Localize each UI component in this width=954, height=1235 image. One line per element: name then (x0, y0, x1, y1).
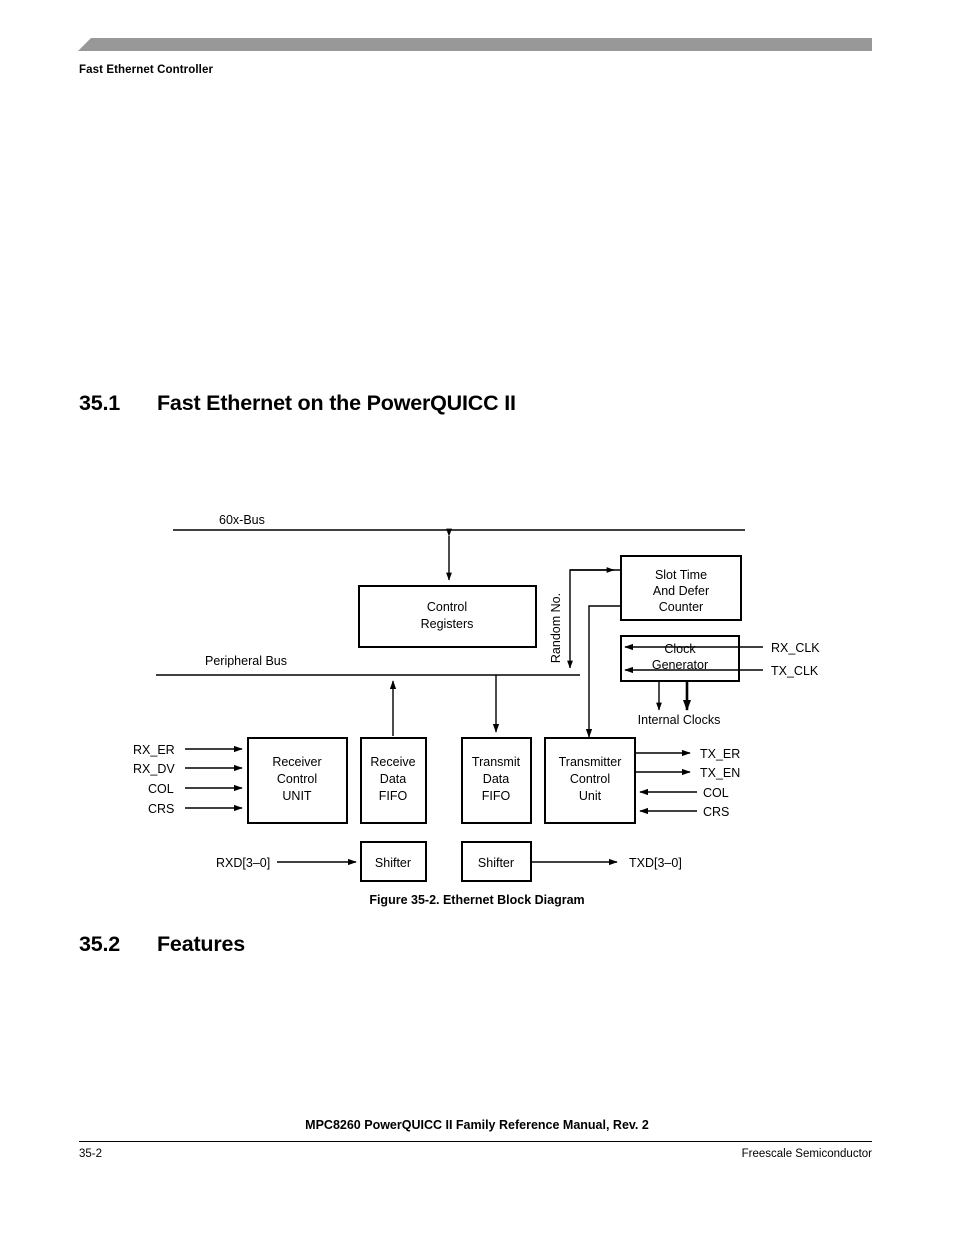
header-decorative-bar (78, 38, 872, 51)
block-slot-time-line1: Slot Time (655, 568, 707, 582)
signal-label-tx-clk: TX_CLK (771, 664, 819, 678)
signal-label-tx-en: TX_EN (700, 766, 740, 780)
signal-label-tx-er: TX_ER (700, 747, 740, 761)
footer-company: Freescale Semiconductor (741, 1148, 872, 1160)
footer-page-number: 35-2 (79, 1148, 103, 1160)
section-title-35-1: Fast Ethernet on the PowerQUICC II (157, 391, 516, 415)
block-receiver-control-line3: UNIT (282, 789, 312, 803)
block-receiver-control-line1: Receiver (272, 755, 321, 769)
signal-label-crs-out: CRS (703, 805, 729, 819)
ethernet-block-diagram: 60x-Bus Control Registers Random No. Per… (0, 498, 954, 918)
signal-label-rx-er: RX_ER (133, 743, 175, 757)
block-receive-fifo-line2: Data (380, 772, 406, 786)
label-random-no: Random No. (549, 593, 563, 663)
block-clock-generator-line1: Clock (664, 642, 696, 656)
running-header-title: Fast Ethernet Controller (79, 64, 214, 76)
block-receive-fifo-line3: FIFO (379, 789, 408, 803)
section-heading-35-2: 35.2 Features (79, 932, 245, 957)
signal-label-rxd: RXD[3–0] (216, 856, 270, 870)
block-slot-time-line2: And Defer (653, 584, 709, 598)
signal-label-col-in: COL (148, 782, 174, 796)
signal-label-crs-in: CRS (148, 802, 174, 816)
block-slot-time-line3: Counter (659, 600, 703, 614)
signal-label-rx-dv: RX_DV (133, 762, 175, 776)
signal-label-col-out: COL (703, 786, 729, 800)
figure-caption: Figure 35-2. Ethernet Block Diagram (369, 893, 585, 907)
block-transmit-fifo-line1: Transmit (472, 755, 521, 769)
block-transmitter-control-line1: Transmitter (559, 755, 622, 769)
label-internal-clocks: Internal Clocks (638, 713, 721, 727)
block-transmitter-control-line2: Control (570, 772, 610, 786)
section-title-35-2: Features (157, 932, 246, 956)
signal-label-txd: TXD[3–0] (629, 856, 682, 870)
connector-random-no-to-peripheral-bus (567, 569, 621, 669)
footer-divider (79, 1141, 872, 1142)
block-transmit-fifo-line3: FIFO (482, 789, 511, 803)
bus-label-60x: 60x-Bus (219, 513, 265, 527)
block-control-registers-line2: Registers (421, 617, 474, 631)
bus-label-peripheral: Peripheral Bus (205, 654, 287, 668)
block-control-registers-line1: Control (427, 600, 467, 614)
block-transmit-fifo-line2: Data (483, 772, 509, 786)
footer-manual-title: MPC8260 PowerQUICC II Family Reference M… (305, 1118, 649, 1132)
block-receiver-control-line2: Control (277, 772, 317, 786)
block-shifter-tx-label: Shifter (478, 856, 514, 870)
connector-slot-time-to-transmitter-control (585, 605, 621, 738)
block-shifter-rx-label: Shifter (375, 856, 411, 870)
section-heading-35-1: 35.1 Fast Ethernet on the PowerQUICC II (79, 391, 516, 416)
section-number-35-2: 35.2 (79, 932, 121, 956)
section-number-35-1: 35.1 (79, 391, 121, 415)
block-receive-fifo-line1: Receive (370, 755, 415, 769)
signal-label-rx-clk: RX_CLK (771, 641, 820, 655)
block-transmitter-control-line3: Unit (579, 789, 602, 803)
